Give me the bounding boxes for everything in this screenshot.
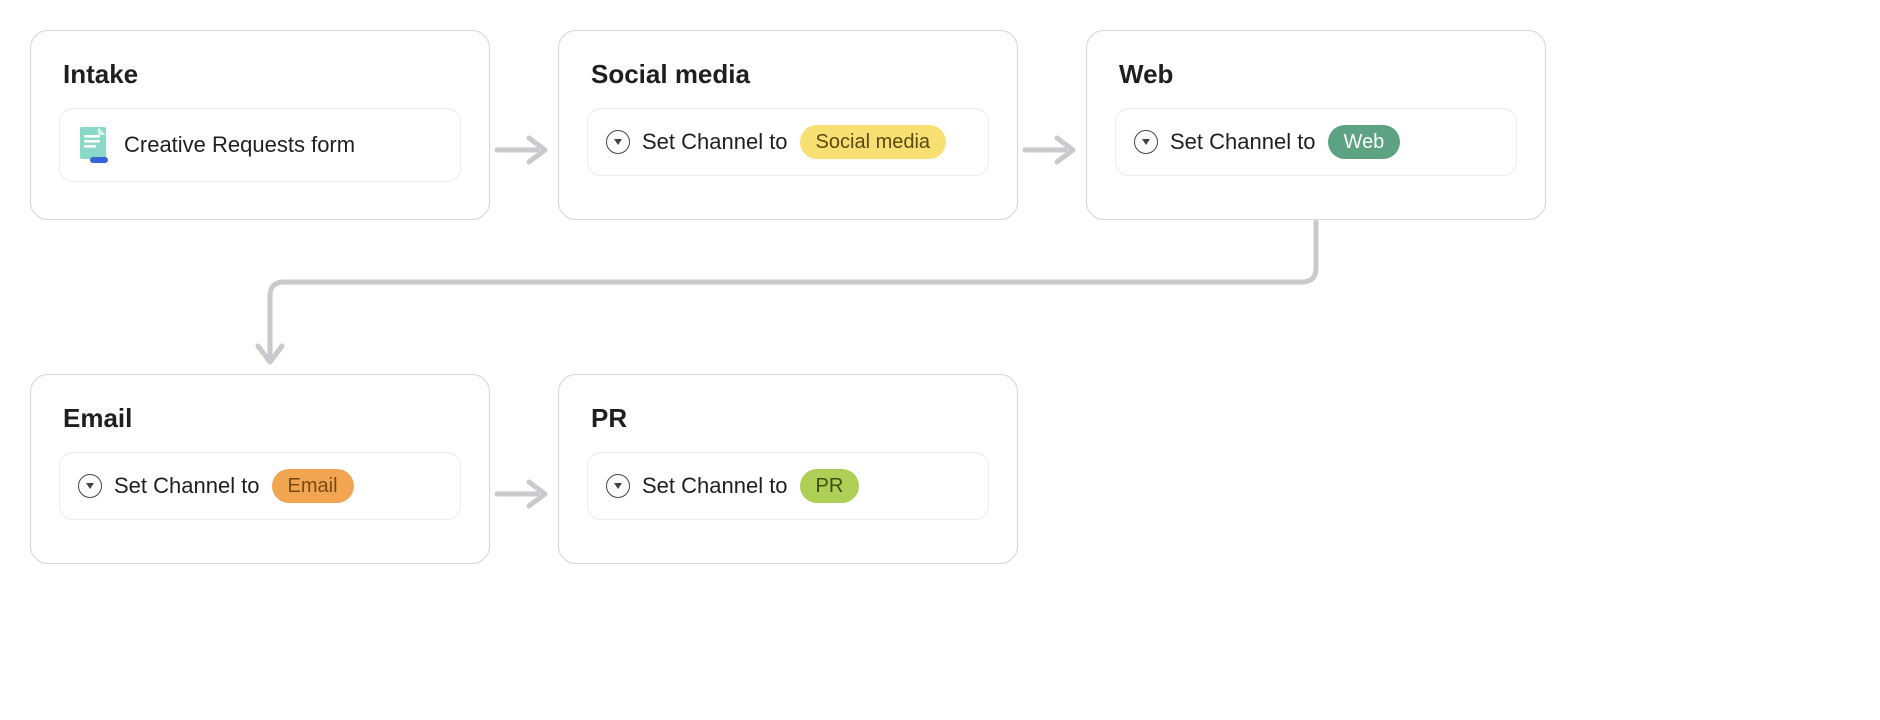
form-label: Creative Requests form bbox=[124, 132, 355, 158]
card-pr[interactable]: PR Set Channel to PR bbox=[558, 374, 1018, 564]
card-email[interactable]: Email Set Channel to Email bbox=[30, 374, 490, 564]
arrow-icon bbox=[493, 130, 553, 170]
card-title: Social media bbox=[591, 59, 985, 90]
channel-tag[interactable]: Social media bbox=[800, 125, 947, 159]
caret-down-icon[interactable] bbox=[1134, 130, 1158, 154]
card-intake[interactable]: Intake Creative Requests form bbox=[30, 30, 490, 220]
caret-down-icon[interactable] bbox=[606, 130, 630, 154]
arrow-icon bbox=[493, 474, 553, 514]
channel-tag[interactable]: Web bbox=[1328, 125, 1401, 159]
caret-down-icon[interactable] bbox=[606, 474, 630, 498]
card-body[interactable]: Set Channel to Email bbox=[59, 452, 461, 520]
card-title: Intake bbox=[63, 59, 457, 90]
card-title: Email bbox=[63, 403, 457, 434]
workflow-canvas: Intake Creative Requests form Social med… bbox=[30, 30, 1850, 690]
card-title: PR bbox=[591, 403, 985, 434]
channel-tag[interactable]: PR bbox=[800, 469, 860, 503]
card-web[interactable]: Web Set Channel to Web bbox=[1086, 30, 1546, 220]
connector-line bbox=[250, 220, 1330, 380]
arrow-icon bbox=[1021, 130, 1081, 170]
form-icon bbox=[78, 125, 112, 165]
card-body[interactable]: Set Channel to Web bbox=[1115, 108, 1517, 176]
action-text: Set Channel to bbox=[114, 473, 260, 499]
card-social-media[interactable]: Social media Set Channel to Social media bbox=[558, 30, 1018, 220]
card-body[interactable]: Set Channel to PR bbox=[587, 452, 989, 520]
card-body[interactable]: Set Channel to Social media bbox=[587, 108, 989, 176]
action-text: Set Channel to bbox=[1170, 129, 1316, 155]
caret-down-icon[interactable] bbox=[78, 474, 102, 498]
card-title: Web bbox=[1119, 59, 1513, 90]
channel-tag[interactable]: Email bbox=[272, 469, 354, 503]
action-text: Set Channel to bbox=[642, 129, 788, 155]
action-text: Set Channel to bbox=[642, 473, 788, 499]
card-body[interactable]: Creative Requests form bbox=[59, 108, 461, 182]
